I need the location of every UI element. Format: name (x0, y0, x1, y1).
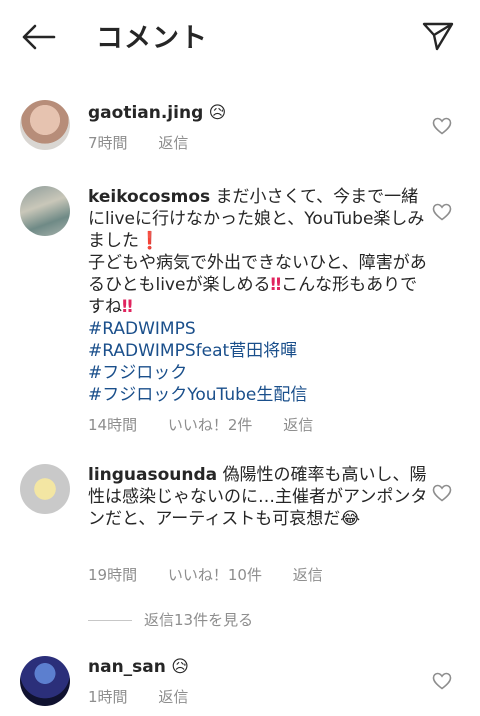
crying-face-emoji: 😥 (208, 103, 227, 123)
hashtag-link[interactable]: #RADWIMPSfeat菅田将暉 (88, 340, 428, 362)
comment-meta: 19時間 いいね！10件 返信 (88, 564, 349, 585)
hashtag-link[interactable]: #フジロックYouTube生配信 (88, 384, 428, 406)
reply-button[interactable]: 返信 (158, 134, 188, 152)
comment-item: nan_san 😥 1時間 返信 (0, 656, 480, 716)
comment-username[interactable]: keikocosmos (88, 187, 210, 207)
crying-face-emoji: 😥 (171, 657, 190, 677)
likes-count[interactable]: いいね！2件 (168, 416, 253, 434)
view-replies-button[interactable]: 返信13件を見る (88, 609, 253, 630)
double-exclamation-emoji: ‼ (270, 275, 282, 295)
comment-meta: 1時間 返信 (88, 686, 214, 707)
reply-button[interactable]: 返信 (158, 688, 188, 706)
back-arrow-icon[interactable] (20, 22, 56, 52)
hashtag-link[interactable]: #RADWIMPS (88, 318, 428, 340)
comment-item: linguasounda 偽陽性の確率も高いし、陽性は感染じゃないのに…主催者が… (0, 464, 480, 594)
comment-time: 7時間 (88, 134, 128, 152)
comment-time: 1時間 (88, 688, 128, 706)
comment-item: keikocosmos まだ小さくて、今まで一緒にliveに行けなかった娘と、Y… (0, 186, 480, 446)
reply-button[interactable]: 返信 (293, 566, 323, 584)
send-icon[interactable] (420, 18, 456, 54)
comment-username[interactable]: nan_san (88, 657, 166, 677)
comment-username[interactable]: linguasounda (88, 465, 217, 485)
hashtag-link[interactable]: #フジロック (88, 362, 428, 384)
comment-time: 19時間 (88, 566, 138, 584)
avatar[interactable] (20, 656, 70, 706)
double-exclamation-emoji: ‼ (122, 297, 133, 317)
page-title: コメント (96, 23, 208, 54)
comment-meta: 14時間 いいね！2件 返信 (88, 414, 339, 435)
view-replies-label: 返信13件を見る (144, 611, 254, 629)
comment-username[interactable]: gaotian.jing (88, 103, 203, 123)
header: コメント (0, 0, 480, 72)
likes-count[interactable]: いいね！10件 (168, 566, 262, 584)
comment-meta: 7時間 返信 (88, 132, 214, 153)
tears-of-joy-emoji: 😂 (340, 509, 361, 529)
heart-icon[interactable] (432, 672, 452, 690)
exclamation-emoji: ❗ (139, 231, 161, 251)
avatar[interactable] (20, 186, 70, 236)
reply-button[interactable]: 返信 (283, 416, 313, 434)
avatar[interactable] (20, 100, 70, 150)
comment-item: gaotian.jing 😥 7時間 返信 (0, 100, 480, 160)
comment-time: 14時間 (88, 416, 138, 434)
avatar[interactable] (20, 464, 70, 514)
divider (88, 620, 132, 621)
heart-icon[interactable] (432, 484, 452, 502)
heart-icon[interactable] (432, 203, 452, 221)
heart-icon[interactable] (432, 117, 452, 135)
